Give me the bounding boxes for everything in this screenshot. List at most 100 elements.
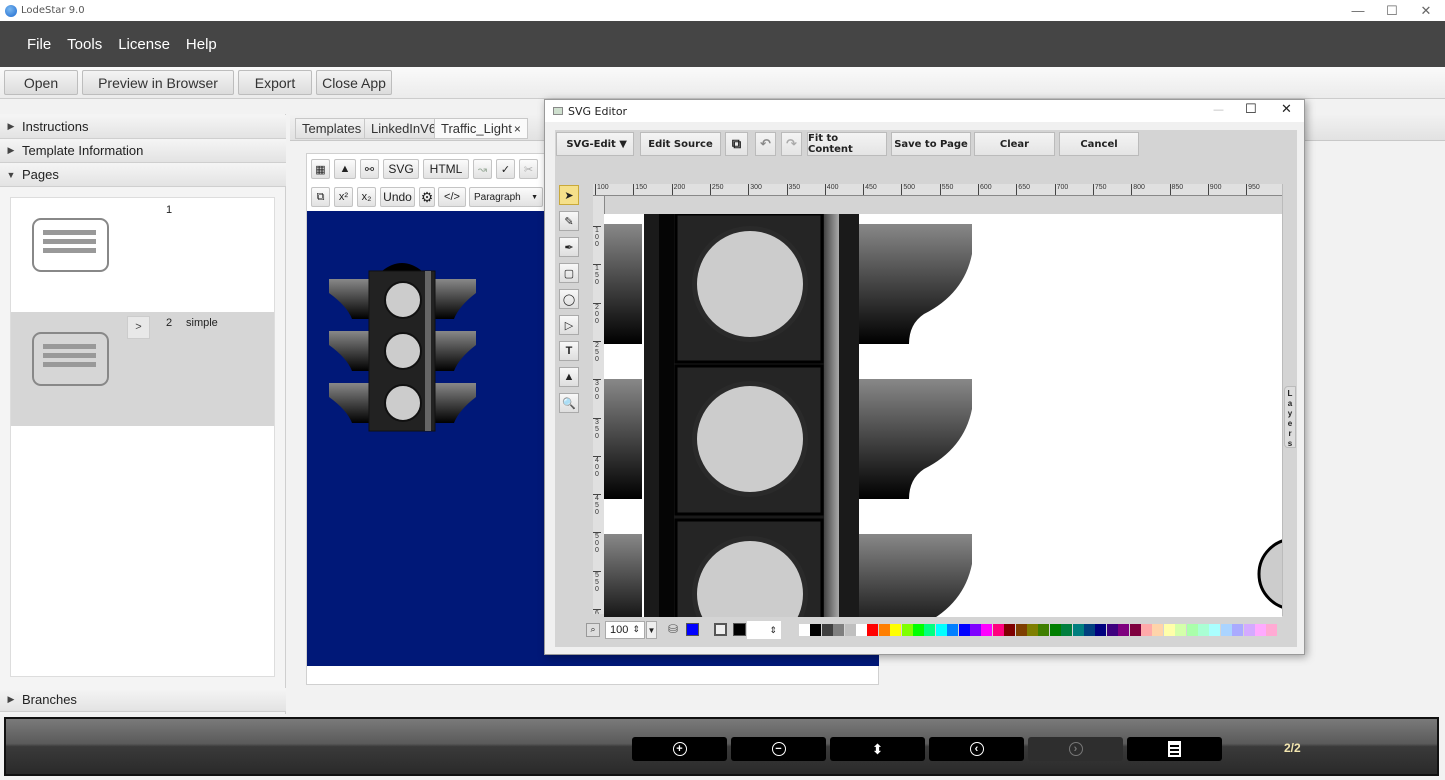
- palette-swatch[interactable]: [890, 624, 902, 636]
- accordion-pages[interactable]: ▼ Pages: [0, 163, 286, 187]
- palette-swatch[interactable]: [1095, 624, 1107, 636]
- palette-swatch[interactable]: [1232, 624, 1244, 636]
- check-button[interactable]: ✓: [496, 159, 515, 179]
- format-select[interactable]: Paragraph ▼: [469, 187, 543, 207]
- palette-swatch[interactable]: [1209, 624, 1221, 636]
- cancel-button[interactable]: Cancel: [1059, 132, 1139, 156]
- palette-swatch[interactable]: [1061, 624, 1073, 636]
- save-button[interactable]: [1127, 737, 1222, 761]
- palette-swatch[interactable]: [1015, 624, 1027, 636]
- palette-swatch[interactable]: [810, 624, 822, 636]
- palette-swatch[interactable]: [1255, 624, 1266, 636]
- dialog-close-button[interactable]: ✕: [1281, 102, 1292, 117]
- palette-swatch[interactable]: [1004, 624, 1016, 636]
- palette-swatch[interactable]: [1175, 624, 1187, 636]
- tab-templates[interactable]: Templates: [295, 118, 369, 139]
- clear-button[interactable]: Clear: [974, 132, 1055, 156]
- palette-swatch[interactable]: [947, 624, 959, 636]
- redo-icon[interactable]: ↷: [781, 132, 802, 156]
- stroke-color-swatch[interactable]: [733, 623, 746, 636]
- palette-swatch[interactable]: [1141, 624, 1152, 636]
- dialog-minimize-button[interactable]: —: [1213, 103, 1224, 116]
- cut-icon[interactable]: ✂: [519, 159, 538, 179]
- tab-traffic-light[interactable]: Traffic_Light ×: [434, 118, 528, 139]
- close-app-button[interactable]: Close App: [316, 70, 392, 95]
- palette-swatch[interactable]: [1186, 624, 1198, 636]
- palette-swatch[interactable]: [992, 624, 1004, 636]
- html-button[interactable]: HTML: [423, 159, 469, 179]
- subscript-button[interactable]: x₂: [357, 187, 376, 207]
- palette-swatch[interactable]: [1049, 624, 1061, 636]
- close-window-button[interactable]: ✕: [1408, 0, 1444, 21]
- next-page-button[interactable]: ›: [1028, 737, 1123, 761]
- select-tool-icon[interactable]: ➤: [559, 185, 579, 205]
- stroke-width-input[interactable]: ⇕: [747, 621, 781, 639]
- polygon-tool-icon[interactable]: ▷: [559, 315, 579, 335]
- palette-swatch[interactable]: [1118, 624, 1130, 636]
- palette-swatch[interactable]: [1106, 624, 1118, 636]
- freehand-pencil-tool-icon[interactable]: ✎: [559, 211, 579, 231]
- palette-swatch[interactable]: [1243, 624, 1255, 636]
- palette-swatch[interactable]: [935, 624, 947, 636]
- path-pen-tool-icon[interactable]: ✒: [559, 237, 579, 257]
- minimize-button[interactable]: —: [1340, 0, 1376, 21]
- svg-canvas[interactable]: [604, 214, 1282, 634]
- menu-file[interactable]: File: [27, 36, 51, 53]
- paste-icon[interactable]: ⧉: [311, 187, 330, 207]
- palette-swatch[interactable]: [1266, 624, 1278, 636]
- clone-shape-icon[interactable]: ⧉: [725, 132, 748, 156]
- accordion-template-information[interactable]: ▶ Template Information: [0, 139, 286, 163]
- settings-gear-icon[interactable]: ⚙: [419, 187, 435, 207]
- export-button[interactable]: Export: [238, 70, 312, 95]
- edit-source-button[interactable]: Edit Source: [640, 132, 721, 156]
- svg-edit-menu-button[interactable]: SVG-Edit ▼: [556, 132, 634, 156]
- palette-swatch[interactable]: [1084, 624, 1095, 636]
- menu-license[interactable]: License: [118, 36, 170, 53]
- maximize-button[interactable]: ☐: [1374, 0, 1410, 21]
- accordion-branches[interactable]: ▶ Branches: [0, 688, 286, 712]
- remove-page-button[interactable]: −: [731, 737, 826, 761]
- palette-swatch[interactable]: [924, 624, 936, 636]
- palette-swatch[interactable]: [1027, 624, 1038, 636]
- palette-swatch[interactable]: [1220, 624, 1232, 636]
- palette-swatch[interactable]: [799, 624, 810, 636]
- palette-swatch[interactable]: [833, 624, 845, 636]
- reorder-button[interactable]: ⬍: [830, 737, 925, 761]
- palette-swatch[interactable]: [856, 624, 867, 636]
- palette-swatch[interactable]: [913, 624, 924, 636]
- page-arrow-button[interactable]: >: [127, 316, 150, 339]
- text-tool-icon[interactable]: T: [559, 341, 579, 361]
- tab-linkedinv6[interactable]: LinkedInV6: [364, 118, 444, 139]
- palette-swatch[interactable]: [970, 624, 981, 636]
- palette-swatch[interactable]: [901, 624, 913, 636]
- palette-swatch[interactable]: [1152, 624, 1164, 636]
- palette-swatch[interactable]: [981, 624, 993, 636]
- palette-swatch[interactable]: [878, 624, 890, 636]
- previous-page-button[interactable]: ‹: [929, 737, 1024, 761]
- palette-swatch[interactable]: [1198, 624, 1209, 636]
- palette-swatch[interactable]: [821, 624, 833, 636]
- table-icon[interactable]: ▦: [311, 159, 330, 179]
- palette-swatch[interactable]: [844, 624, 856, 636]
- link-icon[interactable]: ⚯: [360, 159, 379, 179]
- palette-swatch[interactable]: [1038, 624, 1050, 636]
- menu-help[interactable]: Help: [186, 36, 217, 53]
- menu-tools[interactable]: Tools: [67, 36, 102, 53]
- layers-tab[interactable]: Layers: [1284, 386, 1296, 448]
- palette-swatch[interactable]: [1072, 624, 1084, 636]
- spellcheck-icon[interactable]: ↝: [473, 159, 492, 179]
- undo-button[interactable]: Undo: [380, 187, 415, 207]
- close-tab-icon[interactable]: ×: [514, 122, 521, 136]
- page-item-selected[interactable]: > 2 simple: [11, 312, 274, 426]
- fill-color-swatch[interactable]: [686, 623, 699, 636]
- palette-swatch[interactable]: [1163, 624, 1175, 636]
- zoom-tool-icon[interactable]: 🔍: [559, 393, 579, 413]
- add-page-button[interactable]: +: [632, 737, 727, 761]
- page-item[interactable]: 1: [11, 198, 274, 312]
- save-to-page-button[interactable]: Save to Page: [891, 132, 971, 156]
- undo-icon[interactable]: ↶: [755, 132, 776, 156]
- fit-to-content-button[interactable]: Fit to Content: [807, 132, 887, 156]
- image-icon[interactable]: ▲: [334, 159, 356, 179]
- svg-button[interactable]: SVG: [383, 159, 419, 179]
- superscript-button[interactable]: x²: [334, 187, 353, 207]
